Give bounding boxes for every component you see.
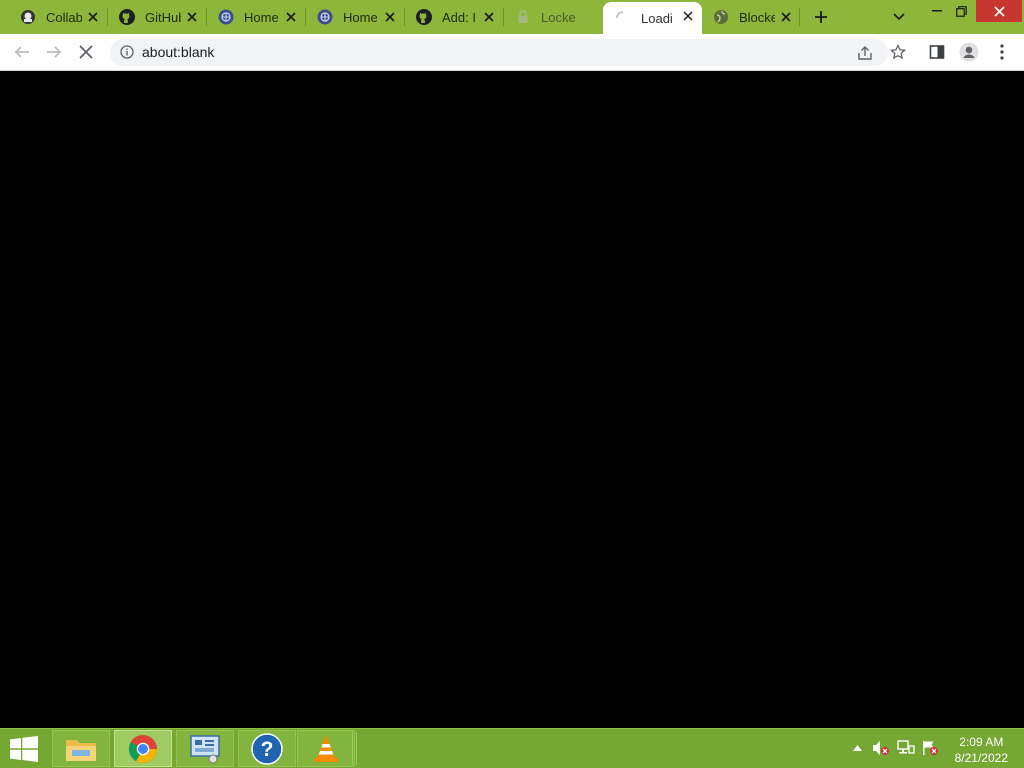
info-icon[interactable]: [119, 44, 135, 60]
tab-title: Locke: [541, 9, 576, 25]
volume-muted-icon[interactable]: [872, 739, 890, 757]
tab-github[interactable]: GitHub: [107, 3, 206, 31]
taskbar: ? 2:09 AM 8/21/2022: [0, 728, 1024, 768]
globe-icon: [317, 9, 333, 25]
back-button[interactable]: [10, 40, 34, 64]
show-hidden-icons-arrow-icon[interactable]: [848, 739, 866, 757]
tab-add[interactable]: Add: I: [404, 3, 503, 31]
stop-loading-button[interactable]: [74, 40, 98, 64]
globe-icon: [713, 9, 729, 25]
forward-button[interactable]: [42, 40, 66, 64]
tab-loading[interactable]: Loadi: [603, 2, 702, 34]
tab-title: GitHub: [145, 9, 181, 25]
close-icon[interactable]: [85, 9, 101, 25]
lock-icon: [515, 9, 531, 25]
clock-date: 8/21/2022: [954, 751, 1008, 765]
tab-locked[interactable]: Locke: [503, 3, 602, 31]
github-icon: [416, 9, 432, 25]
tab-separator: [799, 8, 800, 26]
restore-button[interactable]: [946, 0, 976, 22]
github-icon: [119, 9, 135, 25]
taskbar-divider: [352, 732, 357, 765]
tab-search-button[interactable]: [889, 7, 909, 27]
colab-icon: [20, 9, 36, 25]
tab-title: Home: [244, 9, 279, 25]
close-icon[interactable]: [680, 8, 696, 24]
clock-time: 2:09 AM: [959, 735, 1004, 749]
svg-text:?: ?: [261, 738, 274, 761]
tab-title: Loadi: [641, 10, 673, 26]
address-bar[interactable]: about:blank: [110, 39, 888, 66]
windows-start-icon[interactable]: [10, 736, 38, 762]
globe-icon: [218, 9, 234, 25]
tab-strip: Collab GitHub Home Home: [0, 0, 1024, 34]
close-icon[interactable]: [382, 9, 398, 25]
tab-title: Blocke: [739, 9, 775, 25]
url-text: about:blank: [142, 44, 215, 60]
chrome-icon[interactable]: [114, 730, 172, 767]
side-panel-icon[interactable]: [925, 40, 949, 64]
tab-title: Add: I: [442, 9, 476, 25]
new-tab-button[interactable]: [810, 6, 832, 28]
close-icon[interactable]: [481, 9, 497, 25]
bookmark-star-icon[interactable]: [886, 40, 910, 64]
close-icon[interactable]: [184, 9, 200, 25]
menu-kebab-icon[interactable]: [990, 40, 1014, 64]
tab-home[interactable]: Home: [305, 3, 404, 31]
tab-blocked[interactable]: Blocke: [701, 3, 800, 31]
close-icon[interactable]: [778, 9, 794, 25]
action-center-flag-icon[interactable]: [921, 739, 939, 757]
tab-home[interactable]: Home: [206, 3, 305, 31]
vlc-icon[interactable]: [297, 730, 355, 767]
profile-avatar-icon[interactable]: [957, 40, 981, 64]
tab-title: Home: [343, 9, 378, 25]
file-explorer-icon[interactable]: [52, 730, 110, 767]
system-clock[interactable]: 2:09 AM 8/21/2022: [955, 734, 1008, 766]
tab-collab[interactable]: Collab: [8, 3, 107, 31]
control-panel-icon[interactable]: [176, 730, 234, 767]
page-content[interactable]: [0, 71, 1024, 728]
close-icon[interactable]: [283, 9, 299, 25]
share-icon[interactable]: [856, 44, 874, 62]
loading-spinner-icon: [615, 10, 631, 26]
help-icon[interactable]: ?: [238, 730, 296, 767]
tab-title: Collab: [46, 9, 82, 25]
network-icon[interactable]: [897, 739, 915, 757]
close-window-button[interactable]: [976, 0, 1022, 22]
browser-toolbar: about:blank: [0, 34, 1024, 71]
